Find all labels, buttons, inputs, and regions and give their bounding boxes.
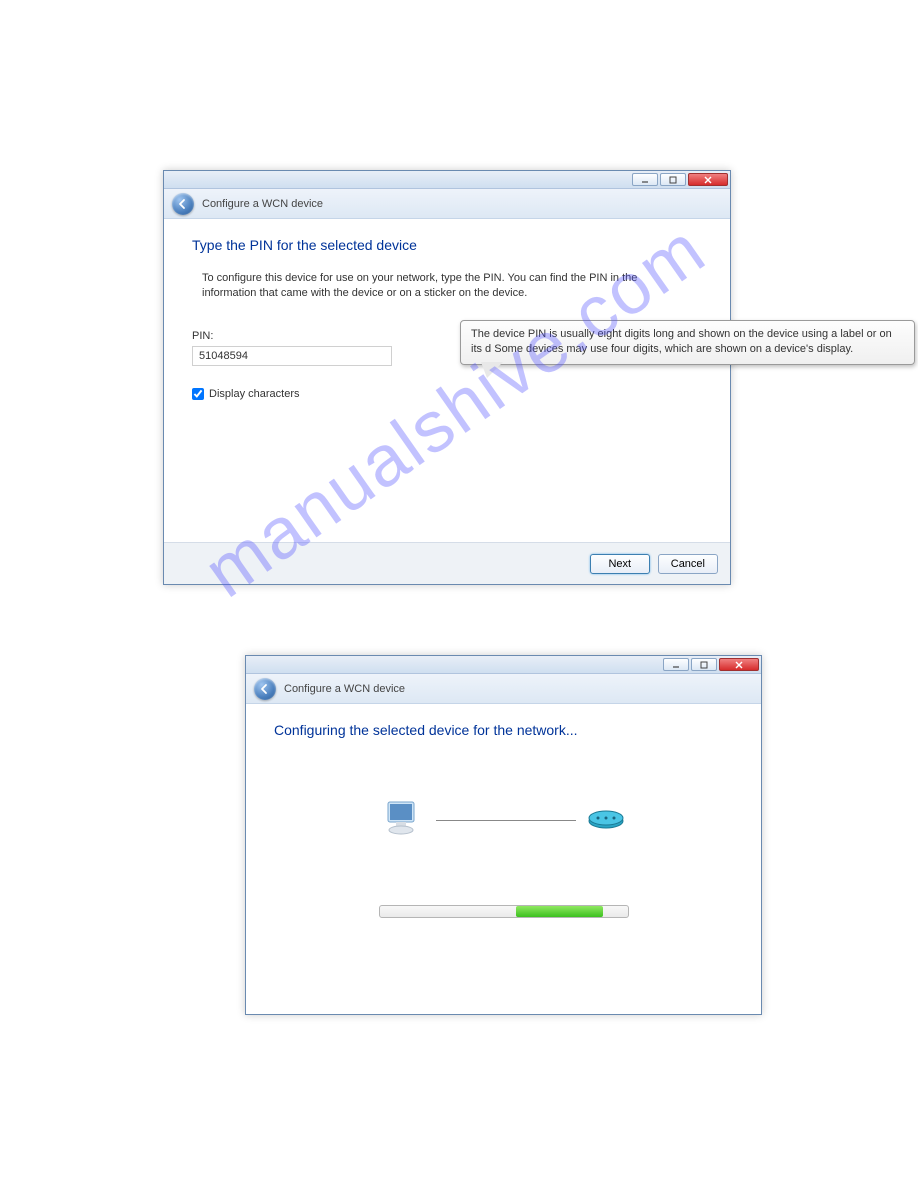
computer-icon	[382, 796, 426, 845]
display-characters-label: Display characters	[209, 388, 299, 400]
dialog-content: Type the PIN for the selected device To …	[164, 219, 730, 418]
titlebar	[246, 656, 761, 674]
pin-input[interactable]	[192, 346, 392, 366]
wcn-progress-dialog: Configure a WCN device Configuring the s…	[245, 655, 762, 1015]
close-button[interactable]	[719, 658, 759, 671]
back-button[interactable]	[254, 678, 276, 700]
router-icon	[586, 805, 626, 836]
dialog-title: Configure a WCN device	[284, 683, 405, 695]
maximize-button[interactable]	[691, 658, 717, 671]
back-button[interactable]	[172, 193, 194, 215]
button-bar: Next Cancel	[164, 542, 730, 584]
header-row: Configure a WCN device	[246, 674, 761, 704]
minimize-button[interactable]	[663, 658, 689, 671]
close-button[interactable]	[688, 173, 728, 186]
instruction-text: To configure this device for use on your…	[192, 271, 702, 302]
wcn-pin-dialog: Configure a WCN device Type the PIN for …	[163, 170, 731, 585]
page-heading: Type the PIN for the selected device	[192, 237, 702, 253]
next-button[interactable]: Next	[590, 554, 650, 574]
progress-bar	[379, 905, 629, 918]
progress-fill	[516, 906, 603, 917]
page-heading: Configuring the selected device for the …	[274, 722, 733, 738]
header-row: Configure a WCN device	[164, 189, 730, 219]
cancel-button[interactable]: Cancel	[658, 554, 718, 574]
display-characters-checkbox[interactable]	[192, 388, 204, 400]
dialog-content: Configuring the selected device for the …	[246, 704, 761, 936]
connection-line	[436, 820, 576, 821]
pin-tooltip: The device PIN is usually eight digits l…	[460, 320, 915, 365]
minimize-button[interactable]	[632, 173, 658, 186]
progress-area	[274, 756, 733, 918]
titlebar	[164, 171, 730, 189]
maximize-button[interactable]	[660, 173, 686, 186]
device-row	[382, 796, 626, 845]
dialog-title: Configure a WCN device	[202, 198, 323, 210]
display-characters-row[interactable]: Display characters	[192, 388, 702, 400]
